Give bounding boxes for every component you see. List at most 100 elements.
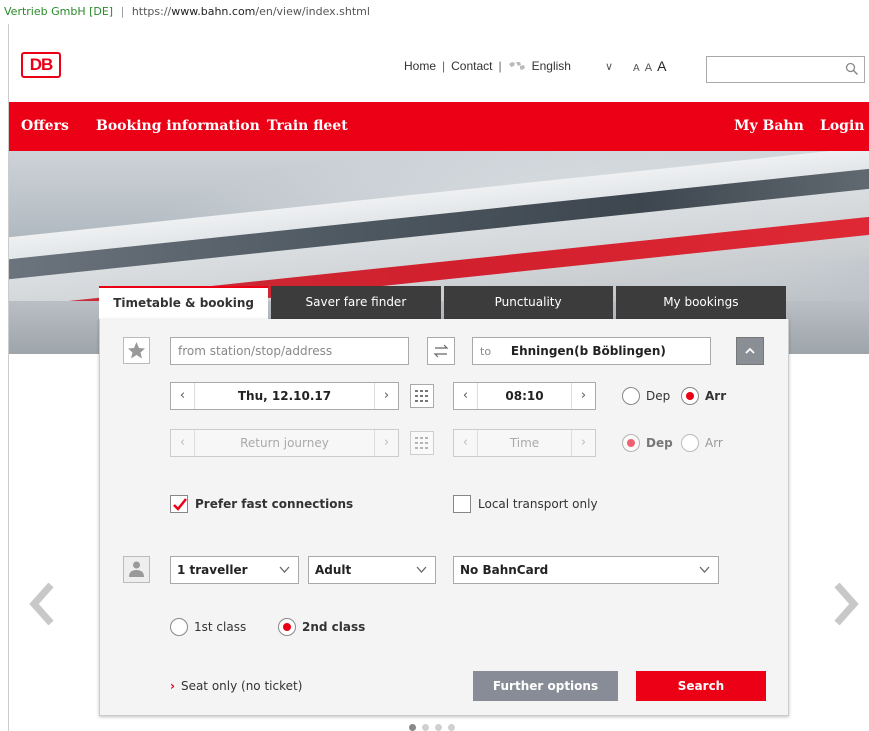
return-dep-radio[interactable]: Dep [622,434,673,452]
return-time-stepper[interactable]: ‹ Time › [453,429,596,457]
to-station-input[interactable]: to Ehningen(b Böblingen) [472,337,711,365]
outbound-date-stepper[interactable]: ‹ Thu, 12.10.17 › [170,382,399,410]
tab-my-bookings[interactable]: My bookings [615,286,786,319]
bahncard-value: No BahnCard [460,563,549,577]
collapse-button[interactable] [736,337,764,365]
nav-train-fleet[interactable]: Train fleet [267,118,348,134]
chevron-down-icon [416,566,427,573]
contact-link[interactable]: Contact [451,59,492,73]
search-icon[interactable] [845,62,859,76]
from-placeholder: from station/stop/address [178,344,333,358]
language-selector[interactable]: English [532,59,571,73]
traveller-icon-button [123,556,150,583]
site-header: DB Home | Contact | English ∨ A A A [9,24,869,102]
main-navigation: Offers Booking information Train fleet M… [9,102,869,151]
browser-address-bar[interactable]: Vertrieb GmbH [DE] | https://www.bahn.co… [0,0,869,24]
tab-timetable-booking[interactable]: Timetable & booking [99,286,269,319]
nav-booking-information[interactable]: Booking information [96,118,260,134]
url-scheme: https:// [131,5,172,18]
prefer-fast-label: Prefer fast connections [195,497,354,511]
age-select[interactable]: Adult [308,556,436,584]
seat-only-label: Seat only (no ticket) [180,679,303,693]
search-button[interactable]: Search [636,671,766,701]
world-map-icon [508,62,525,70]
nav-my-bahn[interactable]: My Bahn [734,118,804,134]
first-class-radio[interactable]: 1st class [170,618,246,636]
checkbox-checked[interactable] [170,495,188,513]
booking-panel: from station/stop/address to Ehningen(b … [99,319,789,716]
second-class-radio[interactable]: 2nd class [278,618,365,636]
swap-stations-button[interactable] [427,337,455,365]
traveller-count-select[interactable]: 1 traveller [170,556,299,584]
nav-offers[interactable]: Offers [21,118,69,134]
outbound-time-stepper[interactable]: ‹ 08:10 › [453,382,596,410]
radio-dot-selected[interactable] [681,387,699,405]
chevron-left-icon[interactable]: ‹ [454,430,478,456]
checkbox-unchecked[interactable] [453,495,471,513]
slider-prev-arrow-icon[interactable] [29,582,55,626]
nav-divider: | [498,59,502,73]
slider-pager [409,724,455,731]
radio-dot-selected[interactable] [278,618,296,636]
home-link[interactable]: Home [404,59,436,73]
radio-dot[interactable] [622,387,640,405]
outbound-dep-radio[interactable]: Dep [622,387,670,405]
chevron-left-icon[interactable]: ‹ [454,383,478,409]
chevron-left-icon[interactable]: ‹ [171,383,195,409]
seat-only-link[interactable]: › Seat only (no ticket) [170,679,302,693]
address-separator: | [120,5,125,18]
outbound-time: 08:10 [505,389,544,403]
arr-label: Arr [705,436,723,450]
pager-dot[interactable] [448,724,455,731]
booking-tabs: Timetable & booking Saver fare finder Pu… [99,286,789,319]
tab-punctuality[interactable]: Punctuality [443,286,613,319]
slider-next-arrow-icon[interactable] [833,582,859,626]
chevron-down-icon [279,566,290,573]
chevron-right-icon[interactable]: › [571,383,595,409]
favourites-button[interactable] [123,337,150,364]
pager-dot-active[interactable] [409,724,416,731]
outbound-arr-radio[interactable]: Arr [681,387,726,405]
return-arr-radio[interactable]: Arr [681,434,723,452]
return-calendar-icon[interactable] [410,431,434,455]
star-icon [128,342,145,359]
further-options-button[interactable]: Further options [473,671,618,701]
dep-label: Dep [646,436,673,450]
chevron-right-icon[interactable]: › [374,430,398,456]
local-transport-checkbox[interactable]: Local transport only [453,495,598,513]
font-size-medium[interactable]: A [645,62,652,74]
from-station-input[interactable]: from station/stop/address [170,337,409,365]
calendar-grid-icon [415,437,428,449]
chevron-left-icon[interactable]: ‹ [171,430,195,456]
nav-login[interactable]: Login [820,118,864,134]
swap-arrows-icon [433,344,449,358]
chevron-down-icon[interactable]: ∨ [605,60,613,73]
font-size-large[interactable]: A [657,58,666,74]
return-date-stepper[interactable]: ‹ Return journey › [170,429,399,457]
return-journey-label: Return journey [240,436,329,450]
second-class-label: 2nd class [302,620,366,634]
local-transport-label: Local transport only [478,497,598,511]
address-url[interactable]: https://www.bahn.com/en/view/index.shtml [132,5,370,18]
prefer-fast-checkbox[interactable]: Prefer fast connections [170,495,353,513]
bahncard-select[interactable]: No BahnCard [453,556,719,584]
checkmark-icon [173,498,187,511]
chevron-right-icon[interactable]: › [374,383,398,409]
font-size-small[interactable]: A [633,63,640,74]
calendar-grid-icon [415,390,428,402]
radio-dot[interactable] [681,434,699,452]
pager-dot[interactable] [422,724,429,731]
to-station-value: Ehningen(b Böblingen) [510,344,666,358]
radio-dot-selected[interactable] [622,434,640,452]
search-input[interactable] [707,57,837,82]
calendar-icon[interactable] [410,384,434,408]
chevron-right-icon[interactable]: › [571,430,595,456]
db-logo[interactable]: DB [21,52,61,78]
radio-dot[interactable] [170,618,188,636]
url-path: /en/view/index.shtml [255,5,370,18]
page: DB Home | Contact | English ∨ A A A Offe… [8,24,869,731]
tab-saver-fare-finder[interactable]: Saver fare finder [271,286,441,319]
chevron-up-icon [745,347,755,354]
top-navigation: Home | Contact | English ∨ A A A [404,58,666,74]
pager-dot[interactable] [435,724,442,731]
